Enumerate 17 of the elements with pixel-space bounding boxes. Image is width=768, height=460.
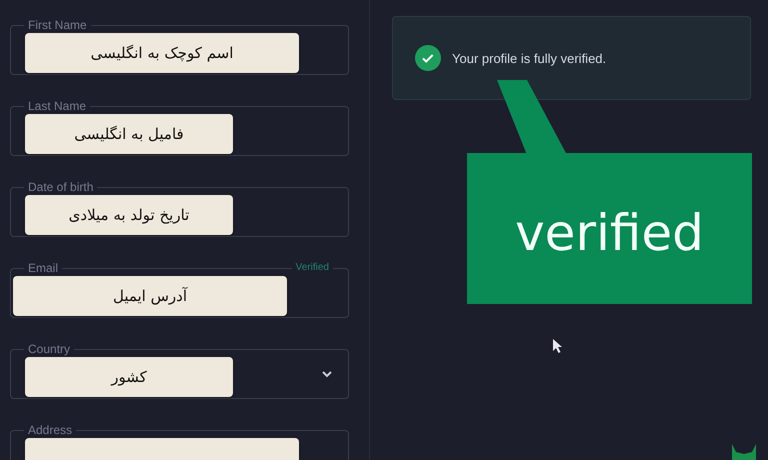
field-label: Email xyxy=(24,261,62,275)
cursor-icon xyxy=(553,339,563,353)
field-label: Date of birth xyxy=(24,180,98,194)
field-label: First Name xyxy=(24,18,91,32)
status-message: Your profile is fully verified. xyxy=(452,50,606,66)
field-label: Address xyxy=(24,423,76,437)
annotation-text: کشور xyxy=(111,368,147,386)
annotation-text: آدرس ایمیل xyxy=(112,287,188,305)
chevron-down-icon[interactable] xyxy=(321,370,333,378)
annotation-text: اسم کوچک به انگلیسی xyxy=(90,44,234,62)
field-label: Last Name xyxy=(24,99,90,113)
annotation-text: فامیل به انگلیسی xyxy=(74,125,184,143)
annotation-text: تاریخ تولد به میلادی xyxy=(68,206,190,224)
field-label: Country xyxy=(24,342,74,356)
callout-text: verified xyxy=(515,202,704,262)
check-icon xyxy=(415,45,441,71)
logo-icon xyxy=(730,444,758,460)
